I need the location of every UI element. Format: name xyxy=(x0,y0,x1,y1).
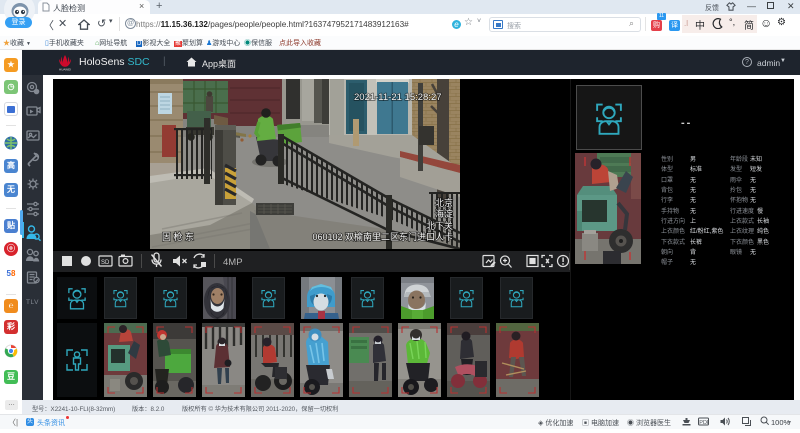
svg-text:4MP: 4MP xyxy=(223,257,243,268)
svg-text:北京: 北京 xyxy=(435,197,453,208)
svg-text:TLV: TLV xyxy=(26,299,39,306)
svg-text:海淀: 海淀 xyxy=(435,208,453,219)
svg-text:SD: SD xyxy=(101,260,110,266)
svg-text:PDF: PDF xyxy=(699,420,709,426)
svg-text:HUAWEI: HUAWEI xyxy=(59,68,71,72)
svg-text:固 枪 东: 固 枪 东 xyxy=(162,231,194,242)
svg-text:北下关: 北下关 xyxy=(426,220,453,231)
svg-text:060102 双榆南里二区东门进口人卡: 060102 双榆南里二区东门进口人卡 xyxy=(312,231,453,242)
svg-text:2021-11-21 15:28:27: 2021-11-21 15:28:27 xyxy=(354,92,442,103)
